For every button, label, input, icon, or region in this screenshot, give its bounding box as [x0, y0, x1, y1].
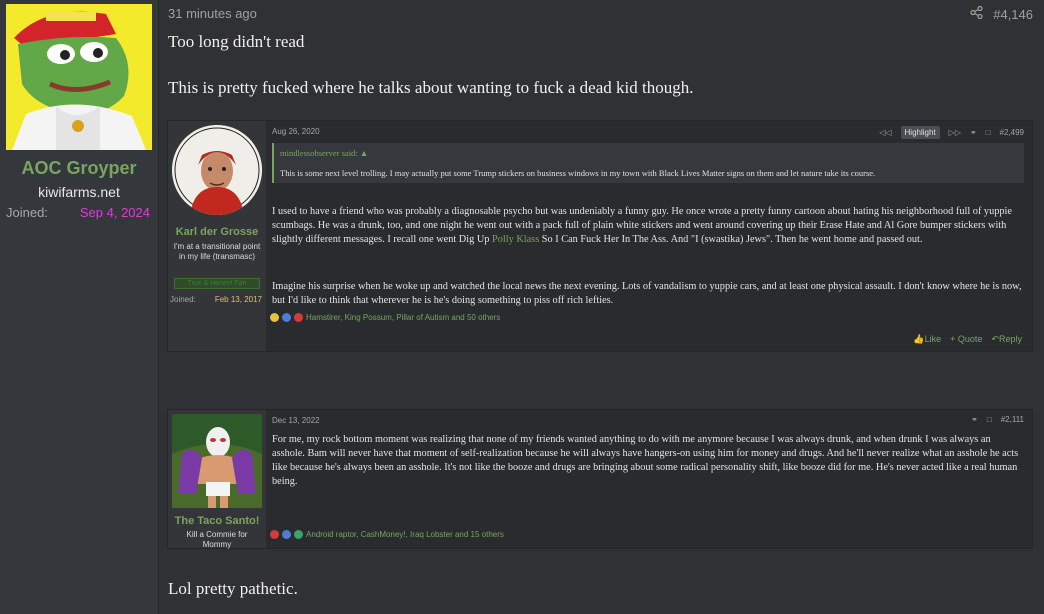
embedded-paragraph-2: Imagine his surprise when he woke up and…: [272, 281, 1022, 306]
author-sidebar: AOC Groyper kiwifarms.net Joined: Sep 4,…: [0, 0, 158, 614]
prev-icon[interactable]: ◁◁: [879, 128, 891, 137]
post-number[interactable]: #2,499: [1000, 128, 1024, 137]
heart-icon: [294, 313, 303, 322]
post-main: 31 minutes ago #4,146 Too long didn't re…: [158, 0, 1044, 614]
reaction-icon: [282, 313, 291, 322]
reactions-bar[interactable]: Android raptor, CashMoney!, Iraq Lobster…: [270, 530, 504, 539]
joined-label: Joined:: [6, 205, 48, 220]
bookmark-icon[interactable]: □: [987, 415, 992, 424]
embedded-user-sidebar: Karl der Grosse I'm at a transitional po…: [168, 121, 266, 351]
post-text-closing: Lol pretty pathetic.: [168, 579, 298, 598]
share-icon[interactable]: ⚭: [971, 415, 978, 424]
embedded-user-name[interactable]: The Taco Santo!: [168, 515, 266, 527]
quote-button[interactable]: + Quote: [950, 334, 982, 345]
quoted-text: This is some next level trolling. I may …: [280, 168, 876, 178]
post-date[interactable]: Aug 26, 2020: [272, 127, 320, 136]
reactions-list[interactable]: Hamstirer, King Possum, Pillar of Autism…: [306, 313, 500, 322]
post-actions: 👍Like + Quote ↶Reply: [913, 334, 1022, 345]
highlight-button[interactable]: Highlight: [900, 126, 940, 139]
reactions-list[interactable]: Android raptor, CashMoney!, Iraq Lobster…: [306, 530, 504, 539]
taco-santo-avatar-image: [172, 414, 262, 508]
embedded-user-sidebar: The Taco Santo! Kill a Commie for Mommy: [168, 410, 266, 549]
post-number[interactable]: #2,111: [1001, 415, 1024, 424]
avatar[interactable]: [172, 414, 262, 508]
joined-date: Sep 4, 2024: [79, 205, 150, 220]
avatar[interactable]: [6, 4, 152, 150]
post-text-line2: This is pretty fucked where he talks abo…: [168, 78, 694, 97]
embedded-joined: Joined: Feb 13, 2017: [170, 295, 262, 304]
embedded-post-body: Dec 13, 2022 ⚭ □ #2,111 For me, my rock …: [266, 410, 1032, 548]
post-number[interactable]: #4,146: [993, 7, 1033, 22]
reaction-icon: [294, 530, 303, 539]
bookmark-icon[interactable]: □: [986, 128, 991, 137]
blockquote: mindlessobserver said: ▲ This is some ne…: [272, 143, 1024, 183]
joined-date: Feb 13, 2017: [214, 295, 262, 304]
pepe-avatar-image: [6, 4, 152, 150]
polly-klass-link[interactable]: Polly Klass: [492, 234, 539, 245]
share-icon[interactable]: ⚭: [970, 128, 977, 137]
reaction-icon: [282, 530, 291, 539]
embedded-post-2: The Taco Santo! Kill a Commie for Mommy …: [167, 409, 1033, 549]
joined-label: Joined:: [170, 295, 196, 304]
embedded-post-1: Karl der Grosse I'm at a transitional po…: [167, 120, 1033, 352]
post-meta-actions: #4,146: [970, 5, 1033, 22]
author-name[interactable]: AOC Groyper: [0, 158, 158, 179]
embedded-post-body: Aug 26, 2020 ◁◁ Highlight ▷▷ ⚭ □ #2,499 …: [266, 121, 1032, 351]
embedded-user-title: Kill a Commie for Mommy: [186, 530, 248, 549]
reactions-bar[interactable]: Hamstirer, King Possum, Pillar of Autism…: [270, 313, 500, 322]
embedded-user-name[interactable]: Karl der Grosse: [168, 226, 266, 238]
embedded-paragraph-1: I used to have a friend who was probably…: [272, 206, 1012, 245]
reaction-icon: [270, 313, 279, 322]
next-icon[interactable]: ▷▷: [949, 128, 961, 137]
author-title: kiwifarms.net: [38, 184, 120, 200]
like-button[interactable]: 👍Like: [913, 334, 941, 345]
post-time[interactable]: 31 minutes ago: [168, 6, 257, 21]
quoted-author[interactable]: mindlessobserver said: ▲: [280, 148, 368, 158]
user-badge: True & Honest Fan: [174, 278, 260, 289]
embedded-paragraph: For me, my rock bottom moment was realiz…: [272, 434, 1019, 487]
post-meta-actions: ⚭ □ #2,111: [971, 415, 1024, 424]
post-date[interactable]: Dec 13, 2022: [272, 416, 320, 425]
share-icon[interactable]: [970, 5, 983, 22]
arrow-up-icon[interactable]: ▲: [360, 148, 368, 158]
heart-icon: [270, 530, 279, 539]
reply-button[interactable]: ↶Reply: [991, 334, 1022, 345]
avatar[interactable]: [172, 125, 262, 215]
post-text-line1: Too long didn't read: [168, 32, 305, 51]
karl-avatar-image: [172, 125, 262, 215]
post-meta-actions: ◁◁ Highlight ▷▷ ⚭ □ #2,499: [879, 126, 1024, 139]
embedded-user-title: I'm at a transitional point in my life (…: [173, 242, 261, 261]
